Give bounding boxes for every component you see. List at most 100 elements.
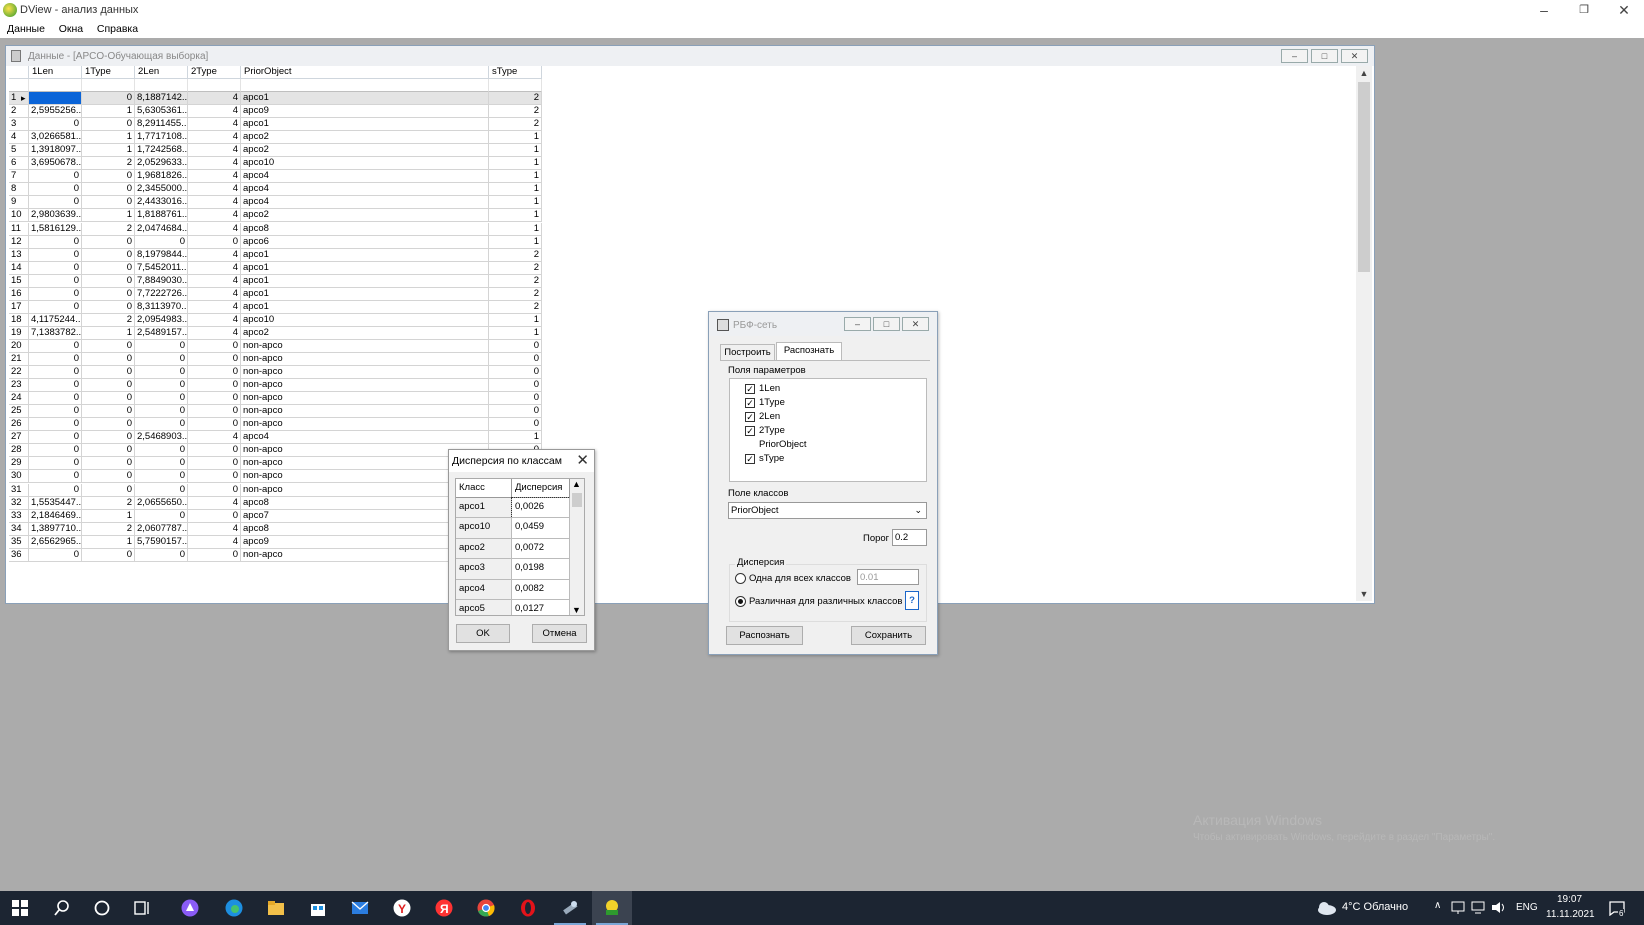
table-cell[interactable]: 2,0655650... — [135, 496, 188, 510]
table-cell[interactable]: 0 — [82, 170, 135, 184]
scroll-up-icon[interactable]: ▲ — [572, 479, 581, 489]
table-cell[interactable]: 4 — [188, 131, 241, 145]
taskbar-app-tool[interactable] — [550, 891, 590, 925]
table-cell[interactable]: 0 — [29, 287, 82, 301]
table-row[interactable]: 6 3,6950678... 2 2,0529633... 4 apco10 1 — [9, 157, 542, 171]
filter-cell[interactable] — [29, 79, 82, 92]
table-cell[interactable]: 0 — [29, 118, 82, 132]
table-cell[interactable]: 0 — [82, 353, 135, 367]
table-cell[interactable]: non-apco — [241, 366, 489, 380]
taskbar-yandex-browser[interactable]: Y — [382, 891, 422, 925]
table-cell[interactable]: 0 — [82, 405, 135, 419]
table-cell[interactable]: 0 — [82, 392, 135, 406]
table-cell[interactable]: apco1 — [241, 118, 489, 132]
taskbar-chrome[interactable] — [466, 891, 506, 925]
table-cell[interactable]: 3,0266581... — [29, 131, 82, 145]
table-cell[interactable]: 0 — [29, 353, 82, 367]
table-cell[interactable]: 0 — [489, 405, 542, 419]
params-list[interactable]: ✓ 1Len ✓ 1Type ✓ 2Len ✓ 2Type PriorObject ✓ sType — [729, 378, 927, 482]
table-cell[interactable]: 1 — [82, 326, 135, 340]
table-cell[interactable]: 0 — [82, 379, 135, 393]
table-row[interactable]: 11 1,5816129... 2 2,0474684... 4 apco8 1 — [9, 222, 542, 237]
table-cell[interactable]: 0 — [29, 379, 82, 393]
table-cell[interactable]: 0 — [29, 483, 82, 497]
table-cell[interactable]: 2,0529633... — [135, 157, 188, 171]
table-cell[interactable]: 2 — [82, 222, 135, 236]
table-cell[interactable]: 0 — [188, 457, 241, 471]
table-cell[interactable]: 0 — [135, 509, 188, 523]
save-button[interactable]: Сохранить — [851, 626, 926, 645]
single-dispersion-input[interactable]: 0.01 — [857, 569, 919, 585]
table-cell[interactable]: 0 — [135, 470, 188, 484]
table-cell[interactable]: apco6 — [241, 235, 489, 249]
chevron-up-icon[interactable]: ∧ — [1434, 900, 1441, 911]
child-minimize-button[interactable]: – — [1281, 49, 1308, 63]
table-cell[interactable]: 0 — [135, 339, 188, 353]
table-row[interactable]: 2 2,5955256... 1 5,6305361... 4 apco9 2 — [9, 105, 542, 119]
table-cell[interactable]: 0 — [188, 379, 241, 393]
radio-single-dispersion[interactable] — [735, 573, 746, 584]
table-cell[interactable]: 4 — [188, 209, 241, 223]
table-cell[interactable]: 0 — [29, 470, 82, 484]
table-cell[interactable]: 2,3455000... — [135, 183, 188, 197]
table-cell[interactable]: apco9 — [241, 105, 489, 119]
table-cell[interactable]: 0 — [135, 353, 188, 367]
table-cell[interactable]: 0 — [29, 300, 82, 314]
display-tray-icon[interactable] — [1471, 901, 1485, 914]
table-cell[interactable]: 0 — [135, 444, 188, 458]
table-cell[interactable]: apco1 — [241, 300, 489, 314]
table-cell[interactable]: 0 — [29, 170, 82, 184]
table-cell[interactable]: 2,1846469... — [29, 509, 82, 523]
table-cell[interactable]: 0 — [188, 418, 241, 432]
table-cell[interactable]: 0 — [29, 548, 82, 562]
cortana-button[interactable] — [82, 891, 122, 925]
table-cell[interactable]: 2,5489157... — [135, 326, 188, 340]
table-cell[interactable]: 0 — [135, 379, 188, 393]
table-cell[interactable]: 1,8188761... — [135, 209, 188, 223]
taskbar-explorer[interactable] — [256, 891, 296, 925]
table-row[interactable]: 16 0 0 7,7222726... 4 apco1 2 — [9, 287, 542, 302]
child-minimize-button[interactable]: – — [844, 317, 871, 331]
filter-cell[interactable] — [188, 79, 241, 92]
table-cell[interactable]: 2,4433016... — [135, 196, 188, 210]
table-cell[interactable]: 0 — [29, 248, 82, 262]
menu-data[interactable]: Данные — [7, 22, 45, 36]
table-cell[interactable]: 0 — [29, 235, 82, 249]
table-cell[interactable]: 1 — [489, 313, 542, 327]
table-cell[interactable]: 1,5535447... — [29, 496, 82, 510]
table-cell[interactable]: 0 — [489, 418, 542, 432]
table-cell[interactable]: 0 — [82, 339, 135, 353]
taskbar-app-purple[interactable] — [170, 891, 210, 925]
table-cell[interactable]: 4 — [188, 522, 241, 536]
table-cell[interactable]: 0 — [188, 235, 241, 249]
close-icon[interactable]: ✕ — [1602, 0, 1644, 22]
table-cell[interactable]: 2 — [489, 118, 542, 132]
checkbox-unchecked-icon[interactable] — [745, 440, 755, 450]
recognize-button[interactable]: Распознать — [726, 626, 803, 645]
ok-button[interactable]: OK — [456, 624, 510, 643]
table-cell[interactable]: 1,3918097... — [29, 144, 82, 158]
table-row[interactable]: 21 0 0 0 0 non-apco 0 — [9, 353, 542, 367]
table-cell[interactable]: 4 — [188, 248, 241, 262]
table-cell[interactable]: non-apco — [241, 405, 489, 419]
taskbar-store[interactable] — [298, 891, 338, 925]
table-cell[interactable]: 1 — [82, 131, 135, 145]
tab-build[interactable]: Построить — [720, 344, 775, 360]
table-cell[interactable]: 1,3897710... — [29, 522, 82, 536]
task-view-button[interactable] — [122, 891, 162, 925]
table-cell[interactable]: 8,2911455... — [135, 118, 188, 132]
table-cell[interactable]: 0 — [82, 470, 135, 484]
column-header-len2[interactable]: 2Len — [135, 66, 188, 79]
column-header-type1[interactable]: 1Type — [82, 66, 135, 79]
table-cell[interactable]: 0 — [29, 366, 82, 380]
table-cell[interactable]: 1 — [489, 144, 542, 158]
table-cell[interactable]: 1 — [82, 209, 135, 223]
table-cell[interactable]: 1 — [489, 157, 542, 171]
column-header-type2[interactable]: 2Type — [188, 66, 241, 79]
table-cell[interactable]: 0 — [489, 339, 542, 353]
table-cell[interactable]: 0 — [188, 509, 241, 523]
table-cell[interactable]: 0 — [82, 235, 135, 249]
dispersion-grid-scrollbar[interactable]: ▲ ▼ — [570, 479, 584, 615]
table-cell[interactable]: 0 — [82, 366, 135, 380]
table-cell[interactable]: 8,1887142... — [135, 92, 188, 106]
